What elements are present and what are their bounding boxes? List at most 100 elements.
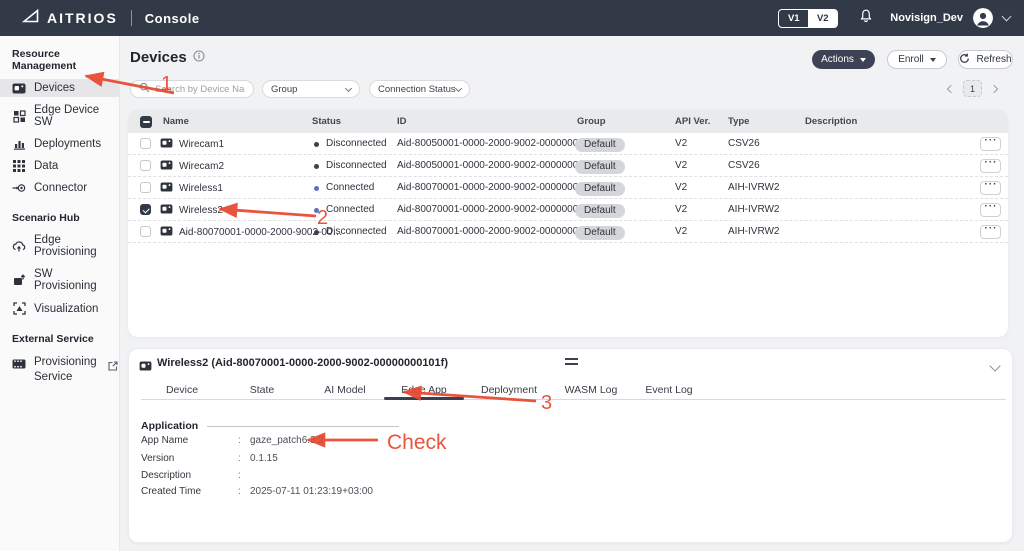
device-status: Disconnected bbox=[326, 221, 387, 243]
actions-button[interactable]: Actions bbox=[812, 50, 875, 69]
row-checkbox[interactable] bbox=[140, 138, 151, 149]
connection-status-dropdown[interactable]: Connection Status bbox=[369, 80, 470, 98]
notification-bell-icon[interactable] bbox=[858, 8, 874, 29]
sidebar-item-label: Devices bbox=[34, 82, 75, 94]
detail-panel-title: Wireless2 (Aid-80070001-0000-2000-9002-0… bbox=[157, 357, 448, 369]
active-tab-underline bbox=[384, 397, 464, 400]
device-api-ver: V2 bbox=[675, 221, 687, 243]
group-badge: Default bbox=[575, 204, 625, 218]
sidebar-item-visualization[interactable]: Visualization bbox=[0, 299, 119, 318]
application-section-rule bbox=[207, 426, 399, 427]
device-camera-icon bbox=[160, 182, 173, 195]
version-toggle[interactable]: V1 V2 bbox=[778, 9, 838, 28]
panel-collapse-chevron-down-icon[interactable] bbox=[989, 360, 1000, 371]
user-menu-chevron-down-icon[interactable] bbox=[1002, 12, 1012, 22]
row-actions-button[interactable] bbox=[980, 225, 1001, 239]
device-name: Wirecam1 bbox=[179, 139, 224, 150]
user-name[interactable]: Novisign_Dev bbox=[890, 12, 963, 24]
edge-device-sw-icon bbox=[12, 110, 26, 123]
search-icon bbox=[139, 82, 150, 96]
row-checkbox[interactable] bbox=[140, 226, 151, 237]
sidebar-item-connector[interactable]: Connector bbox=[0, 179, 119, 197]
group-badge: Default bbox=[575, 182, 625, 196]
version-v1-button[interactable]: V1 bbox=[779, 10, 808, 27]
pagination-prev-icon[interactable] bbox=[947, 84, 955, 92]
table-row[interactable]: Wireless1 Connected Aid-80070001-0000-20… bbox=[128, 177, 1008, 199]
row-actions-button[interactable] bbox=[980, 181, 1001, 195]
status-dot-icon bbox=[314, 208, 319, 213]
device-name: Wireless1 bbox=[179, 183, 223, 194]
tab-event-log[interactable]: Event Log bbox=[645, 384, 692, 396]
table-row[interactable]: Aid-80070001-0000-2000-9002-00… Disconne… bbox=[128, 221, 1008, 243]
sidebar-item-label: SW Provisioning bbox=[34, 268, 107, 292]
row-checkbox[interactable] bbox=[140, 160, 151, 171]
data-grid-icon bbox=[12, 160, 26, 172]
info-icon[interactable] bbox=[193, 49, 205, 66]
device-api-ver: V2 bbox=[675, 177, 687, 199]
row-checkbox-checked[interactable] bbox=[140, 204, 151, 215]
provisioning-service-icon bbox=[12, 359, 26, 369]
tab-device[interactable]: Device bbox=[166, 384, 198, 396]
sidebar-item-edge-provisioning[interactable]: Edge Provisioning bbox=[0, 231, 119, 261]
column-header-name: Name bbox=[163, 116, 189, 127]
field-label: App Name bbox=[141, 435, 226, 446]
sidebar-item-label: Connector bbox=[34, 182, 87, 194]
chevron-down-icon bbox=[860, 58, 866, 62]
pagination-next-icon[interactable] bbox=[990, 84, 998, 92]
status-dot-icon bbox=[314, 186, 319, 191]
group-dropdown[interactable]: Group bbox=[262, 80, 360, 98]
row-actions-button[interactable] bbox=[980, 203, 1001, 217]
group-badge: Default bbox=[575, 160, 625, 174]
search-input[interactable] bbox=[155, 84, 245, 95]
sidebar-item-data[interactable]: Data bbox=[0, 157, 119, 175]
sidebar-item-provisioning-service[interactable]: Provisioning Service bbox=[0, 352, 119, 388]
tab-deployment[interactable]: Deployment bbox=[481, 384, 537, 396]
page-title-text: Devices bbox=[130, 49, 187, 66]
actions-button-label: Actions bbox=[821, 54, 854, 65]
sidebar-item-sw-provisioning[interactable]: SW Provisioning bbox=[0, 265, 119, 295]
field-label: Version bbox=[141, 453, 226, 464]
group-dropdown-label: Group bbox=[271, 84, 297, 95]
sidebar-item-edge-device-sw[interactable]: Edge Device SW bbox=[0, 101, 119, 131]
select-all-checkbox[interactable] bbox=[140, 116, 152, 128]
tab-ai-model[interactable]: AI Model bbox=[324, 384, 365, 396]
column-header-group: Group bbox=[577, 116, 606, 127]
refresh-button[interactable]: Refresh bbox=[958, 50, 1013, 69]
device-api-ver: V2 bbox=[675, 199, 687, 221]
table-row-selected[interactable]: Wireless2 Connected Aid-80070001-0000-20… bbox=[128, 199, 1008, 221]
tab-state[interactable]: State bbox=[250, 384, 275, 396]
device-type: AIH-IVRW2 bbox=[728, 177, 780, 199]
field-value-app-name: gaze_patch6.3.2 bbox=[250, 435, 324, 446]
device-status: Connected bbox=[326, 199, 374, 221]
table-row[interactable]: Wirecam1 Disconnected Aid-80050001-0000-… bbox=[128, 133, 1008, 155]
sidebar-section-scenario-hub: Scenario Hub bbox=[0, 212, 119, 224]
row-actions-button[interactable] bbox=[980, 159, 1001, 173]
main-content: Devices Actions Enroll Refresh Group Con… bbox=[120, 36, 1024, 551]
pagination-page-1[interactable]: 1 bbox=[963, 80, 982, 97]
device-status: Connected bbox=[326, 177, 374, 199]
panel-drag-handle-icon[interactable] bbox=[565, 358, 578, 368]
sidebar-item-label: Provisioning Service bbox=[34, 355, 96, 385]
row-actions-button[interactable] bbox=[980, 137, 1001, 151]
sidebar-item-label: Deployments bbox=[34, 138, 101, 150]
aitrios-logo-icon bbox=[22, 9, 39, 28]
user-avatar[interactable] bbox=[973, 8, 993, 28]
page-title: Devices bbox=[130, 49, 205, 66]
connector-icon bbox=[12, 183, 26, 193]
field-value-created-time: 2025-07-11 01:23:19+03:00 bbox=[250, 486, 373, 497]
column-header-id: ID bbox=[397, 116, 407, 127]
field-label: Description bbox=[141, 470, 226, 481]
enroll-button[interactable]: Enroll bbox=[887, 50, 947, 69]
tab-wasm-log[interactable]: WASM Log bbox=[565, 384, 618, 396]
sw-provisioning-icon bbox=[12, 274, 26, 286]
tab-edge-app[interactable]: Edge App bbox=[401, 384, 447, 396]
sidebar-item-label: Edge Provisioning bbox=[34, 234, 107, 258]
sidebar-item-deployments[interactable]: Deployments bbox=[0, 135, 119, 153]
row-checkbox[interactable] bbox=[140, 182, 151, 193]
sidebar-item-devices[interactable]: Devices bbox=[0, 79, 119, 97]
table-row[interactable]: Wirecam2 Disconnected Aid-80050001-0000-… bbox=[128, 155, 1008, 177]
topbar-divider bbox=[131, 10, 132, 26]
deployments-icon bbox=[12, 138, 26, 150]
version-v2-button[interactable]: V2 bbox=[808, 10, 837, 27]
device-type: CSV26 bbox=[728, 155, 760, 177]
